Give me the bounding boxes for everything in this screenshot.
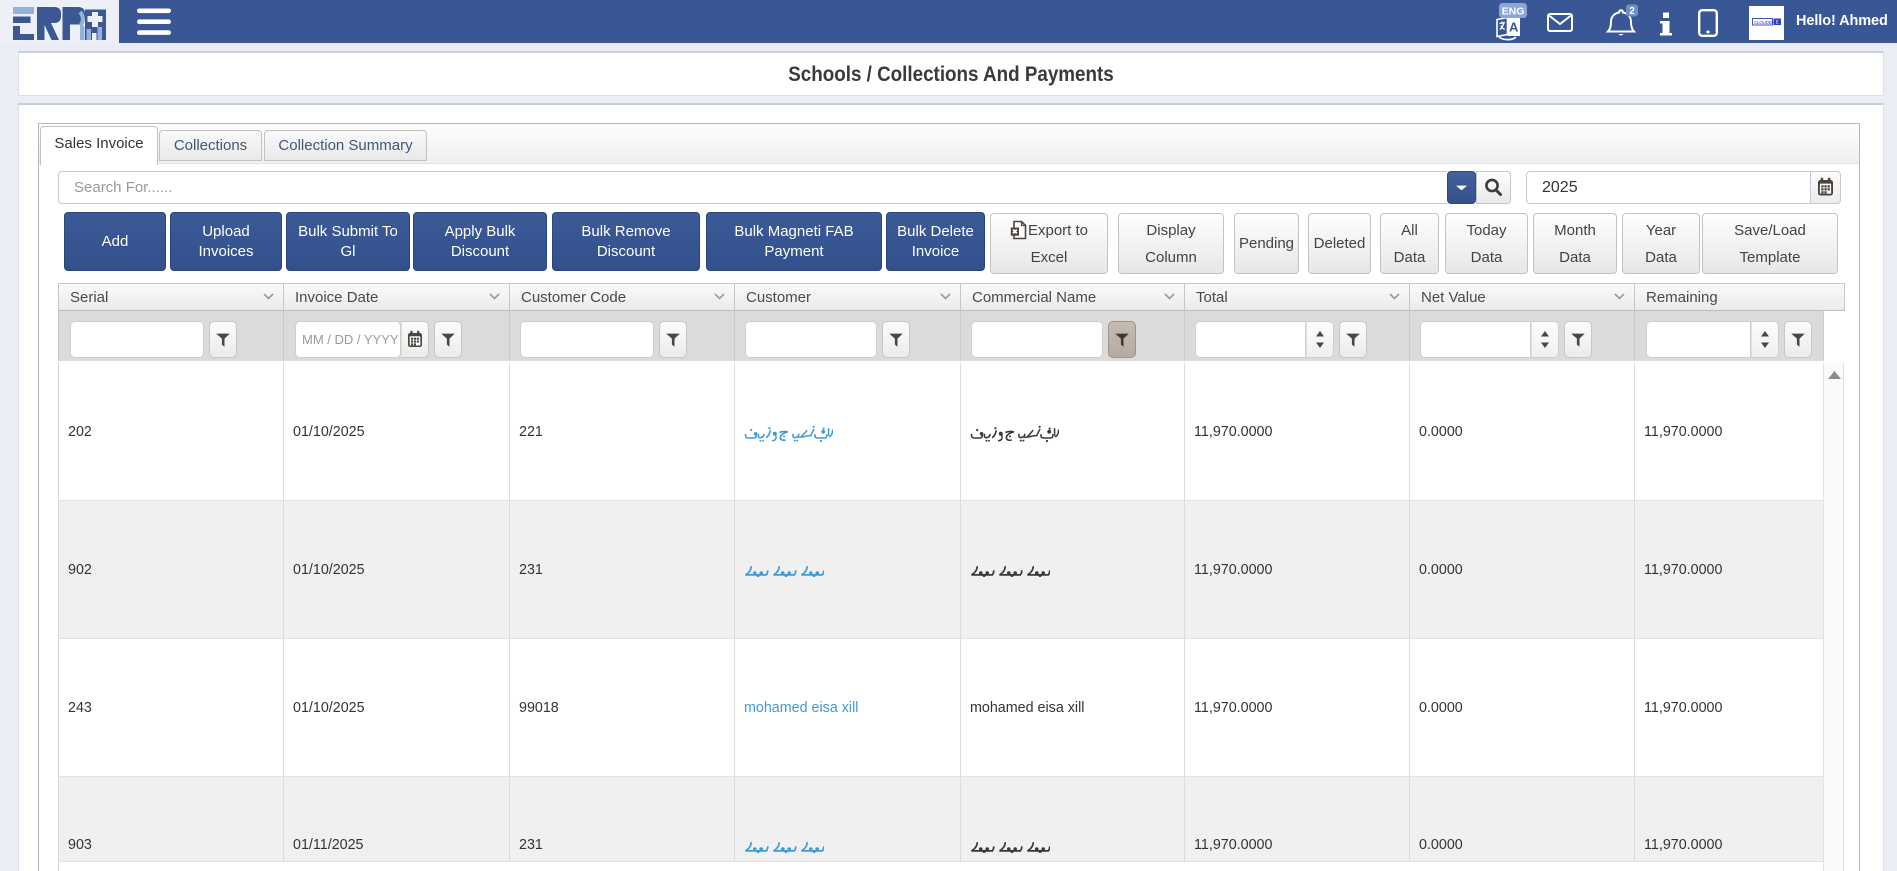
svg-text:2: 2	[1629, 6, 1635, 17]
svg-text:ENG: ENG	[1502, 6, 1525, 18]
svg-text:A: A	[1509, 20, 1519, 35]
svg-text:E: E	[1776, 20, 1779, 25]
